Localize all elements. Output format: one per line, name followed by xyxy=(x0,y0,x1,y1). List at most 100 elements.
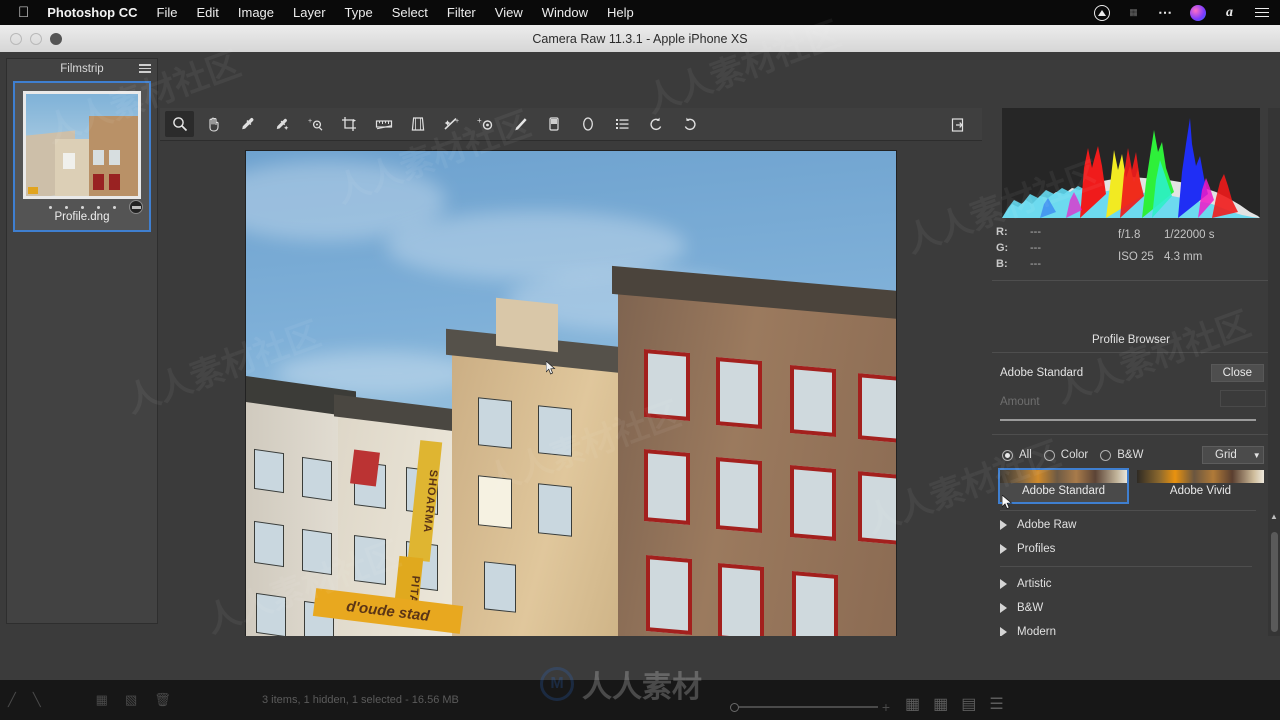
camera-raw-toolbar: + ▸ + + xyxy=(160,108,982,141)
current-profile-row: Adobe Standard Close xyxy=(1000,364,1264,382)
zoom-tool-icon[interactable] xyxy=(165,111,194,137)
profile-preview-image xyxy=(1000,470,1127,483)
list-icon[interactable] xyxy=(1253,4,1270,21)
rotate-clockwise-icon[interactable] xyxy=(675,111,704,137)
graduated-filter-icon[interactable] xyxy=(539,111,568,137)
hamburger-menu-icon[interactable] xyxy=(139,64,151,73)
menu-filter[interactable]: Filter xyxy=(447,5,476,20)
open-preferences-icon[interactable] xyxy=(943,112,972,138)
mouse-cursor-panel xyxy=(1001,494,1013,515)
profile-group-artistic[interactable]: Artistic xyxy=(988,572,1274,596)
profile-thumbnail-adobe-vivid[interactable]: Adobe Vivid xyxy=(1137,470,1264,502)
filmstrip-rating-dots[interactable] xyxy=(23,199,143,214)
white-balance-eyedropper-icon[interactable] xyxy=(233,111,262,137)
filmstrip-item[interactable]: Profile.dng xyxy=(13,81,151,232)
presets-icon[interactable] xyxy=(607,111,636,137)
menu-help[interactable]: Help xyxy=(607,5,634,20)
chevron-up-icon[interactable]: ▲ xyxy=(1270,512,1278,521)
column-view-icon[interactable]: ▤ xyxy=(961,694,976,714)
siri-icon[interactable] xyxy=(1189,4,1206,21)
slider-knob[interactable] xyxy=(730,702,739,712)
pen-icon[interactable]: ╱ xyxy=(8,692,16,708)
filter-color[interactable]: Color xyxy=(1043,449,1089,461)
amount-value-field[interactable] xyxy=(1220,390,1266,407)
plus-icon[interactable]: + xyxy=(882,699,890,715)
divider xyxy=(992,280,1270,281)
menu-image[interactable]: Image xyxy=(238,5,274,20)
thumbnail-view-icon[interactable]: ▦ xyxy=(933,694,948,714)
menu-type[interactable]: Type xyxy=(345,5,373,20)
profile-filter-row: All Color B&W Grid ▼ xyxy=(988,442,1274,468)
chevron-right-icon xyxy=(1000,520,1007,530)
red-eye-removal-icon[interactable]: + xyxy=(471,111,500,137)
svg-text:+: + xyxy=(477,116,482,125)
filter-color-label: Color xyxy=(1060,449,1089,461)
trash-icon[interactable]: 🗑 xyxy=(154,692,171,708)
apple-logo-icon[interactable]:  xyxy=(18,5,29,20)
menu-app-name[interactable]: Photoshop CC xyxy=(47,5,137,20)
right-panel: R: --- G: --- B: --- f/1.8 1/22000 s ISO 25 4… xyxy=(988,108,1274,709)
filter-all[interactable]: All xyxy=(1002,449,1032,461)
dropbox-icon[interactable] xyxy=(1093,4,1110,21)
thumbnail-size-slider[interactable]: + xyxy=(730,699,890,715)
amount-label: Amount xyxy=(1000,396,1040,408)
font-icon[interactable]: a xyxy=(1221,4,1238,21)
b-label: B: xyxy=(996,258,1008,270)
r-value: --- xyxy=(1030,226,1041,238)
close-profile-browser-button[interactable]: Close xyxy=(1210,364,1264,382)
amount-slider[interactable] xyxy=(1000,419,1256,421)
menu-window[interactable]: Window xyxy=(542,5,588,20)
brush-icon[interactable]: ╲ xyxy=(33,692,41,708)
divider xyxy=(992,434,1270,435)
rotate-counterclockwise-icon[interactable] xyxy=(641,111,670,137)
exif-readout: R: --- G: --- B: --- f/1.8 1/22000 s ISO 25 4… xyxy=(996,224,1264,274)
radio-icon xyxy=(1002,449,1013,461)
hand-tool-icon[interactable] xyxy=(199,111,228,137)
image-canvas[interactable]: SHOARMA PITA d'oude stad xyxy=(160,142,982,650)
profile-thumbnail-adobe-standard[interactable]: Adobe Standard xyxy=(998,468,1129,504)
menu-layer[interactable]: Layer xyxy=(293,5,326,20)
more-dots-icon[interactable]: ⋯ xyxy=(1157,4,1174,21)
chevron-right-icon xyxy=(1000,603,1007,613)
edited-badge-icon xyxy=(129,200,143,214)
macos-menu-bar:  Photoshop CC File Edit Image Layer Typ… xyxy=(0,0,1280,25)
menu-file[interactable]: File xyxy=(157,5,178,20)
menu-select[interactable]: Select xyxy=(392,5,428,20)
finder-status-text: 3 items, 1 hidden, 1 selected - 16.56 MB xyxy=(262,694,459,706)
adjustment-brush-icon[interactable] xyxy=(505,111,534,137)
transform-tool-icon[interactable] xyxy=(403,111,432,137)
menu-view[interactable]: View xyxy=(495,5,523,20)
divider xyxy=(1000,510,1256,511)
divider xyxy=(992,352,1270,353)
window-title-bar: Camera Raw 11.3.1 - Apple iPhone XS xyxy=(0,25,1280,52)
filmstrip-title: Filmstrip xyxy=(60,63,104,75)
camera-settings: f/1.8 1/22000 s ISO 25 4.3 mm xyxy=(1118,224,1215,274)
screen:  Photoshop CC File Edit Image Layer Typ… xyxy=(0,0,1280,720)
keyboard-icon[interactable]: ▦ xyxy=(1125,4,1142,21)
view-mode-select[interactable]: Grid ▼ xyxy=(1202,446,1264,464)
new-group-icon[interactable]: ▦ xyxy=(96,692,108,708)
crop-tool-icon[interactable]: ▸ xyxy=(335,111,364,137)
profile-group-adobe-raw[interactable]: Adobe Raw xyxy=(988,513,1274,537)
chevron-down-icon: ▼ xyxy=(1252,450,1261,460)
profile-group-bw[interactable]: B&W xyxy=(988,596,1274,620)
svg-text:+: + xyxy=(308,118,312,125)
color-sampler-icon[interactable] xyxy=(267,111,296,137)
menu-edit[interactable]: Edit xyxy=(196,5,218,20)
new-adjustment-icon[interactable]: ▧ xyxy=(125,692,137,708)
spot-removal-icon[interactable]: + xyxy=(437,111,466,137)
list-view-icon[interactable]: ☰ xyxy=(989,694,1003,714)
radial-filter-icon[interactable] xyxy=(573,111,602,137)
svg-text:+: + xyxy=(455,118,459,125)
window-title: Camera Raw 11.3.1 - Apple iPhone XS xyxy=(532,31,748,46)
aperture-value: f/1.8 xyxy=(1118,229,1141,241)
profile-group-profiles[interactable]: Profiles xyxy=(988,537,1274,561)
filter-bw[interactable]: B&W xyxy=(1100,449,1143,461)
profile-group-label: Profiles xyxy=(1017,543,1056,555)
straighten-tool-icon[interactable] xyxy=(369,111,398,137)
profile-group-label: B&W xyxy=(1017,602,1044,614)
grid-view-icon[interactable]: ▦ xyxy=(905,694,920,714)
targeted-adjustment-icon[interactable]: + xyxy=(301,111,330,137)
panel-scrollbar-thumb[interactable] xyxy=(1271,532,1278,632)
filmstrip-panel: Filmstrip Profile.dng xyxy=(6,58,158,624)
